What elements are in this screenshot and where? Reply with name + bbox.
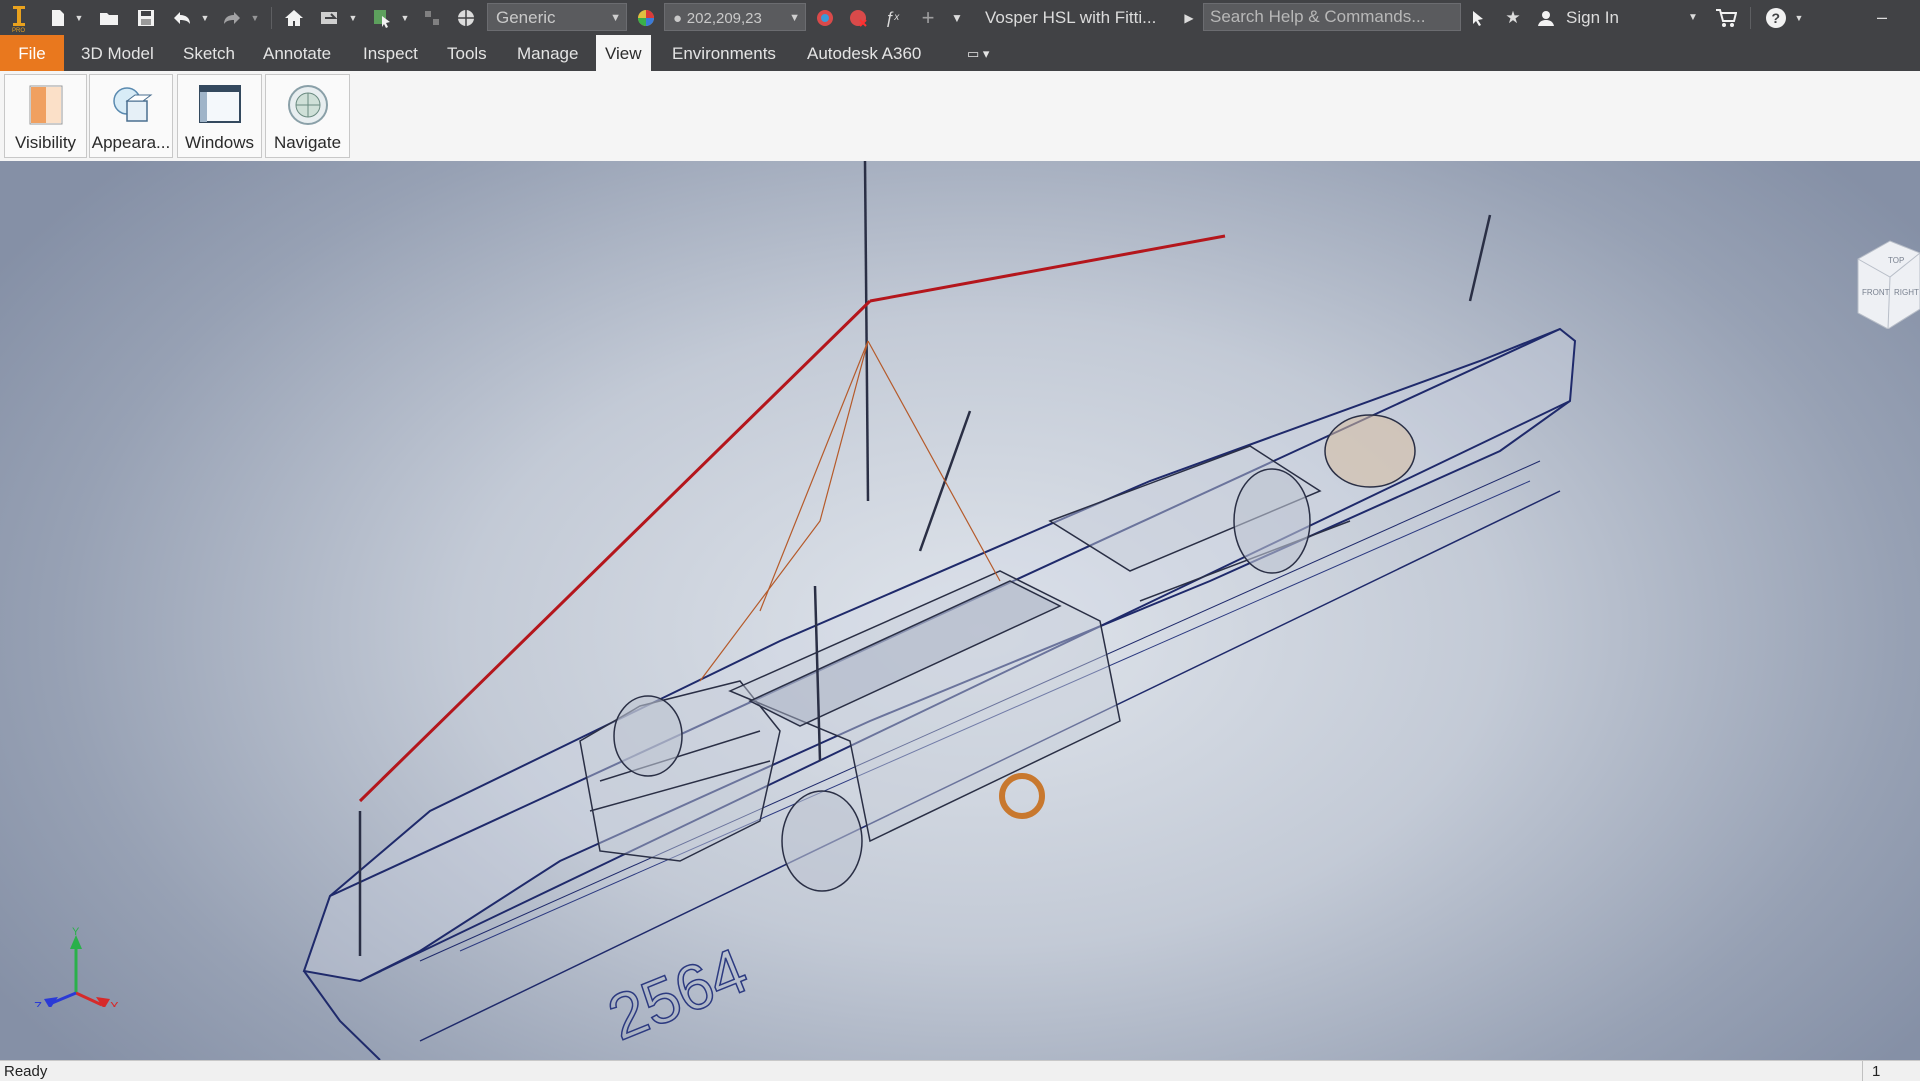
visibility-label: Visibility — [14, 133, 77, 152]
appearance-combo-value: 202,209,23 — [686, 10, 762, 27]
viewcube-right: RIGHT — [1894, 288, 1919, 297]
status-bar: Ready 1 — [0, 1060, 1920, 1081]
adjust-appearance-icon[interactable] — [811, 0, 839, 35]
customize-dropdown-icon[interactable]: ▼ — [946, 0, 968, 35]
appearance-combo[interactable]: ● 202,209,23 ▼ — [664, 3, 806, 31]
tab-view[interactable]: View — [596, 35, 651, 71]
hull-number: 2564 — [598, 934, 757, 1054]
boat-model: 2564 — [302, 161, 1577, 1060]
appearance-label: Appeara... — [91, 133, 171, 152]
play-icon[interactable]: ▶ — [1180, 0, 1198, 35]
search-input[interactable]: Search Help & Commands... — [1203, 3, 1461, 31]
windows-label: Windows — [185, 133, 254, 152]
visibility-button[interactable]: Visibility — [4, 74, 87, 158]
select-icon[interactable] — [368, 0, 396, 35]
minimize-icon[interactable]: – — [1862, 0, 1902, 35]
update-dropdown-icon[interactable]: ▼ — [346, 0, 360, 35]
tab-environments[interactable]: Environments — [663, 35, 785, 71]
app-logo[interactable]: PRO — [4, 0, 34, 35]
separator — [1862, 1061, 1863, 1081]
update-icon[interactable] — [316, 0, 344, 35]
graphics-viewport[interactable]: 2564 TOP FRONT RIGHT Y X Z — [0, 161, 1920, 1060]
new-dropdown-icon[interactable]: ▼ — [72, 0, 86, 35]
plus-icon[interactable]: + — [914, 0, 942, 35]
separator — [271, 7, 272, 29]
user-icon[interactable] — [1534, 0, 1558, 35]
svg-text:PRO: PRO — [12, 28, 25, 33]
chevron-down-icon: ▼ — [789, 12, 800, 24]
viewcube[interactable]: TOP FRONT RIGHT — [1854, 229, 1920, 329]
status-text: Ready — [4, 1063, 48, 1080]
help-dropdown-icon[interactable]: ▼ — [1792, 0, 1806, 35]
new-icon[interactable] — [44, 0, 72, 35]
navigate-button[interactable]: Navigate — [265, 74, 350, 158]
star-icon[interactable]: ★ — [1500, 0, 1526, 35]
cart-icon[interactable] — [1712, 0, 1740, 35]
windows-icon — [198, 85, 241, 123]
appearance-swatch-icon: ● — [673, 10, 683, 27]
undo-dropdown-icon[interactable]: ▼ — [198, 0, 212, 35]
tab-manage[interactable]: Manage — [508, 35, 587, 71]
appearance-icon — [113, 87, 153, 122]
tab-inspect[interactable]: Inspect — [354, 35, 427, 71]
navigate-icon — [287, 85, 328, 125]
search-arrow-icon[interactable] — [1466, 0, 1492, 35]
select-dropdown-icon[interactable]: ▼ — [398, 0, 412, 35]
svg-text:?: ? — [1772, 10, 1781, 26]
viewcube-top: TOP — [1888, 256, 1904, 265]
ribbon-tab-bar: File 3D Model Sketch Annotate Inspect To… — [0, 35, 1920, 71]
appearance-color-icon[interactable] — [632, 0, 660, 35]
tab-autodesk-a360[interactable]: Autodesk A360 — [798, 35, 930, 71]
viewcube-front: FRONT — [1862, 288, 1890, 297]
tab-tools[interactable]: Tools — [438, 35, 496, 71]
measure-icon[interactable] — [418, 0, 446, 35]
web-icon[interactable] — [452, 0, 480, 35]
axis-z-label: Z — [34, 999, 42, 1007]
material-combo[interactable]: Generic ▼ — [487, 3, 627, 31]
redo-icon[interactable] — [218, 0, 246, 35]
document-title: Vosper HSL with Fitti... — [985, 7, 1157, 27]
tab-annotate[interactable]: Annotate — [254, 35, 340, 71]
appearance-button[interactable]: Appeara... — [89, 74, 173, 158]
sign-in-link[interactable]: Sign In — [1566, 0, 1636, 35]
axis-x-label: X — [110, 999, 119, 1007]
save-icon[interactable] — [132, 0, 160, 35]
ribbon-display-icon[interactable]: ▭ ▾ — [958, 35, 998, 71]
help-icon[interactable]: ? — [1762, 0, 1790, 35]
separator — [1750, 7, 1751, 29]
windows-button[interactable]: Windows — [177, 74, 262, 158]
navigate-label: Navigate — [273, 133, 342, 152]
open-icon[interactable] — [96, 0, 124, 35]
axis-triad: Y X Z — [34, 927, 119, 1007]
undo-icon[interactable] — [168, 0, 196, 35]
tab-sketch[interactable]: Sketch — [174, 35, 244, 71]
visibility-icon — [29, 85, 62, 125]
chevron-down-icon: ▼ — [610, 12, 621, 24]
status-count: 1 — [1872, 1063, 1881, 1080]
home-icon[interactable] — [280, 0, 308, 35]
parameters-icon[interactable]: ƒx — [878, 0, 906, 35]
ribbon-panel: Visibility Appeara... Windows Navigate — [0, 71, 1920, 162]
life-ring — [999, 773, 1045, 819]
file-menu[interactable]: File — [0, 35, 64, 71]
sign-in-dropdown-icon[interactable]: ▼ — [1684, 0, 1702, 35]
quick-access-toolbar: PRO ▼ ▼ ▼ ▼ ▼ Generic ▼ ● 202,209,23 ▼ ƒ… — [0, 0, 1920, 35]
axis-y-label: Y — [72, 927, 80, 938]
clear-appearance-icon[interactable] — [844, 0, 872, 35]
material-combo-value: Generic — [496, 8, 556, 27]
redo-dropdown-icon[interactable]: ▼ — [248, 0, 262, 35]
tab-3d-model[interactable]: 3D Model — [72, 35, 163, 71]
